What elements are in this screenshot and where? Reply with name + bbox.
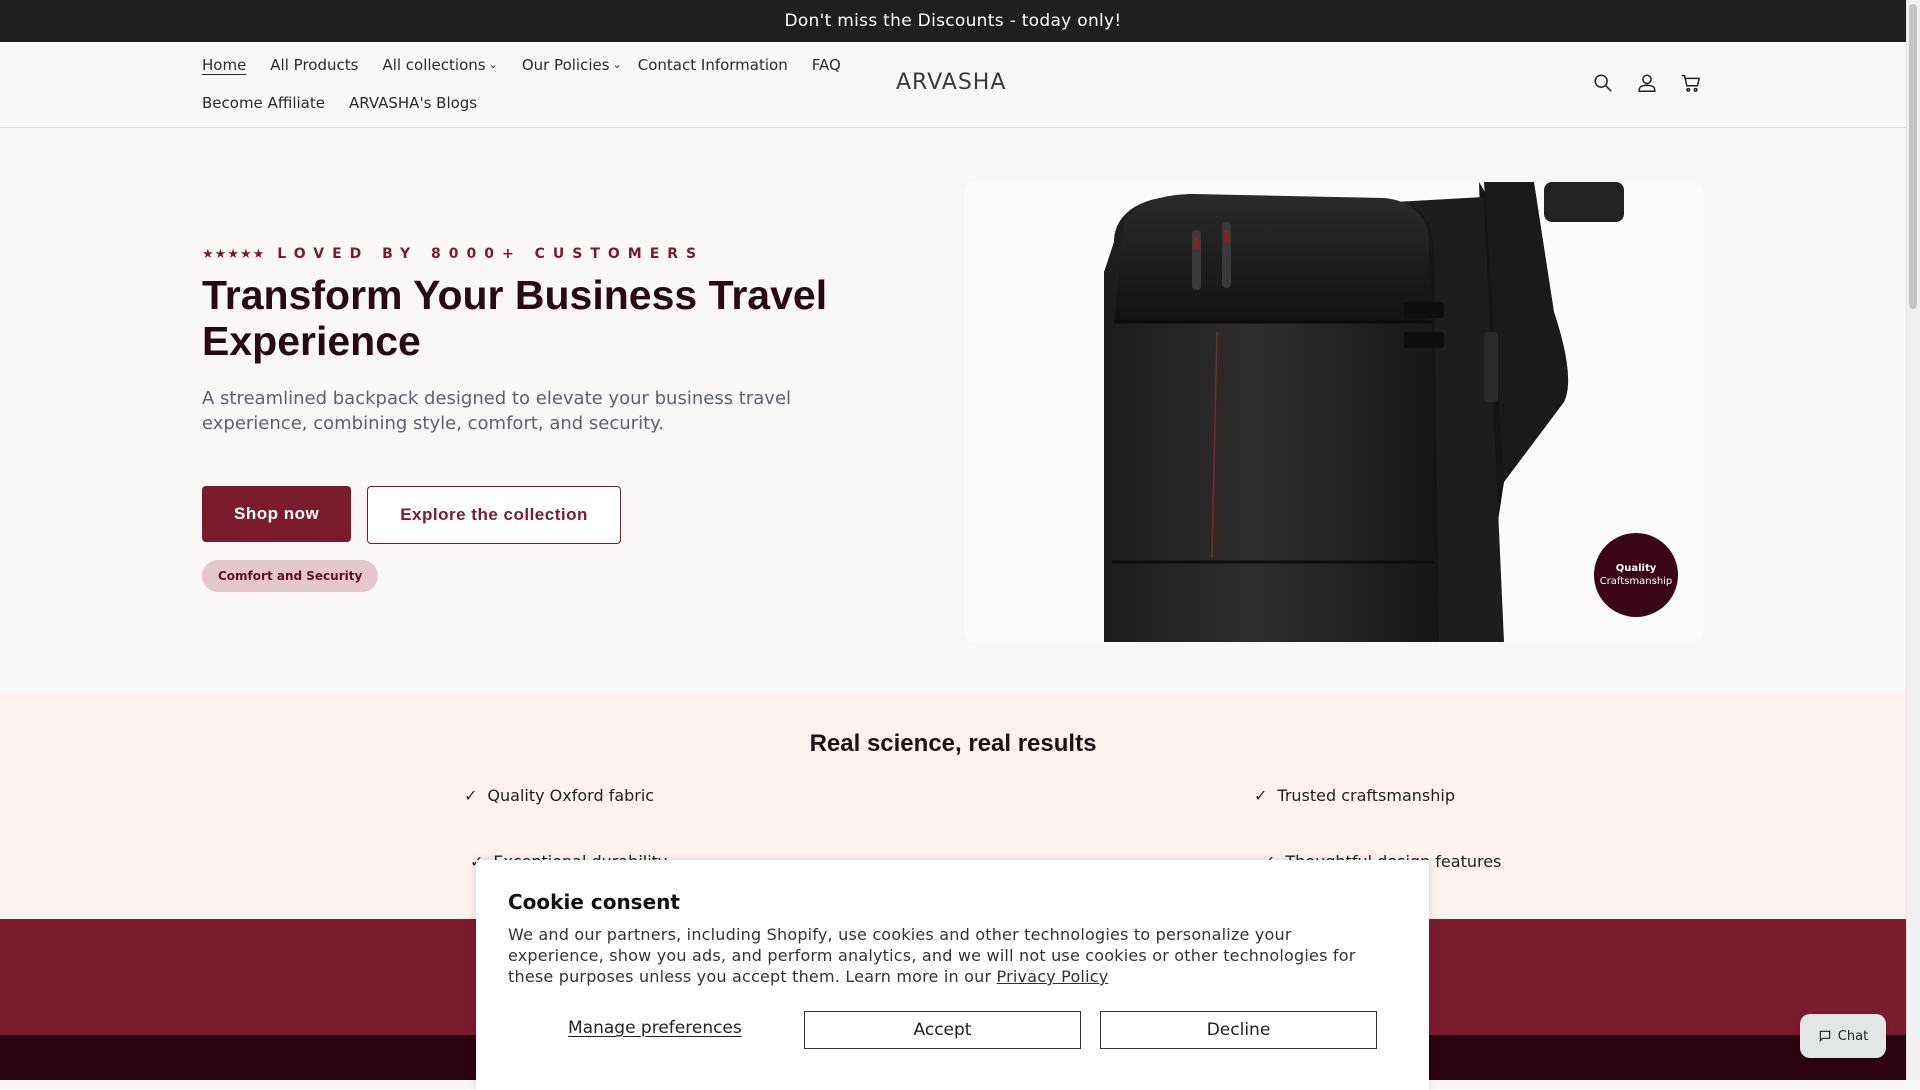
- announcement-bar: Don't miss the Discounts - today only!: [0, 0, 1906, 42]
- nav-all-collections[interactable]: All collections ⌄: [382, 56, 497, 74]
- main-nav: Home All Products All collections ⌄ Our P…: [202, 56, 841, 74]
- site-header: Home All Products All collections ⌄ Our P…: [0, 42, 1906, 128]
- chat-button[interactable]: Chat: [1800, 1014, 1886, 1058]
- scrollbar-thumb[interactable]: [1909, 4, 1917, 309]
- hero-product-image: [964, 182, 1704, 642]
- chevron-down-icon: ⌄: [488, 58, 498, 71]
- page-scrollbar[interactable]: [1906, 0, 1920, 1080]
- cookie-text: We and our partners, including Shopify, …: [508, 925, 1356, 986]
- header-icons: [1592, 72, 1702, 94]
- decline-button[interactable]: Decline: [1100, 1011, 1377, 1049]
- feature-item: ✓ Trusted craftsmanship: [1254, 786, 1455, 805]
- nav-contact-information[interactable]: Contact Information: [638, 56, 788, 74]
- hero-eyebrow: ★★★★★ LOVED BY 8000+ CUSTOMERS: [202, 246, 882, 262]
- nav-blogs[interactable]: ARVASHA's Blogs: [349, 94, 477, 112]
- search-icon[interactable]: [1592, 72, 1614, 94]
- quality-craftsmanship-badge: Quality Craftsmanship: [1594, 533, 1678, 617]
- feature-item: ✓ Quality Oxford fabric: [464, 786, 655, 805]
- brand-logo[interactable]: ARVASHA: [896, 70, 1006, 95]
- manage-preferences-link[interactable]: Manage preferences: [568, 1018, 742, 1038]
- comfort-security-tag: Comfort and Security: [202, 560, 379, 592]
- privacy-policy-link[interactable]: Privacy Policy: [997, 967, 1109, 986]
- science-title: Real science, real results: [809, 730, 1097, 757]
- nav-home[interactable]: Home: [202, 56, 246, 74]
- hero-description: A streamlined backpack designed to eleva…: [202, 388, 792, 434]
- chevron-down-icon: ⌄: [612, 58, 622, 71]
- chat-bubble-icon: [1819, 1030, 1831, 1043]
- explore-collection-button[interactable]: Explore the collection: [367, 486, 621, 544]
- hero-content: ★★★★★ LOVED BY 8000+ CUSTOMERS Transform…: [202, 246, 882, 592]
- accept-button[interactable]: Accept: [804, 1011, 1081, 1049]
- eyebrow-text: LOVED BY 8000+ CUSTOMERS: [277, 246, 705, 262]
- check-icon: ✓: [1254, 786, 1268, 805]
- badge-line-2: Craftsmanship: [1599, 576, 1673, 587]
- hero-title: Transform Your Business Travel Experienc…: [202, 272, 828, 364]
- shop-now-button[interactable]: Shop now: [202, 486, 352, 542]
- cart-icon[interactable]: [1680, 72, 1702, 94]
- check-icon: ✓: [464, 786, 478, 805]
- backpack-illustration: [1104, 182, 1624, 642]
- nav-our-policies[interactable]: Our Policies ⌄: [522, 56, 622, 74]
- secondary-nav: Become Affiliate ARVASHA's Blogs: [202, 94, 477, 112]
- nav-faq[interactable]: FAQ: [812, 56, 841, 74]
- account-icon[interactable]: [1636, 72, 1658, 94]
- rating-stars: ★★★★★: [202, 246, 266, 262]
- nav-become-affiliate[interactable]: Become Affiliate: [202, 94, 325, 112]
- nav-all-products[interactable]: All Products: [270, 56, 358, 74]
- announcement-text: Don't miss the Discounts - today only!: [784, 11, 1122, 31]
- badge-line-1: Quality: [1615, 563, 1657, 574]
- chat-label: Chat: [1837, 1028, 1869, 1044]
- cookie-title: Cookie consent: [508, 890, 680, 914]
- cookie-consent-dialog: Cookie consent We and our partners, incl…: [476, 860, 1429, 1090]
- hero-buttons: Shop now Explore the collection: [202, 486, 882, 544]
